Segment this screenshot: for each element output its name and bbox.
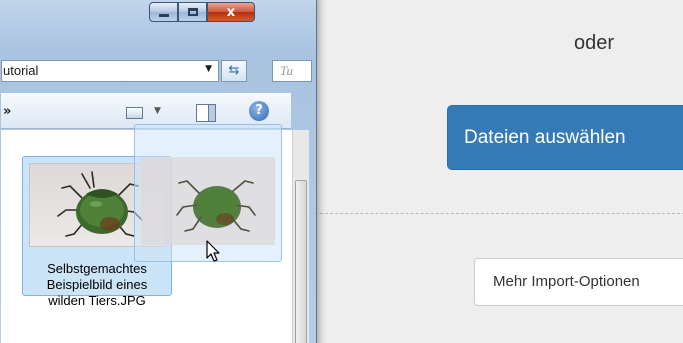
search-input[interactable]: Tu (272, 60, 312, 82)
toolbar-overflow-chevron-icon[interactable]: » (3, 104, 11, 119)
close-button[interactable]: x (207, 2, 255, 22)
refresh-button[interactable]: ⇆ (221, 60, 247, 82)
maximize-button[interactable] (178, 2, 207, 22)
minimize-icon (158, 13, 169, 17)
shield-bug-ghost-image (176, 180, 256, 232)
select-files-button[interactable]: Dateien auswählen (447, 105, 683, 170)
file-name-label: Selbstgemachtes Beispielbild eines wilde… (23, 261, 171, 309)
refresh-icon: ⇆ (228, 63, 240, 78)
address-bar[interactable]: utorial ▼ (1, 60, 219, 82)
mouse-cursor-icon (206, 240, 220, 262)
scrollbar-thumb[interactable] (295, 180, 307, 343)
window-caption-controls: x (149, 2, 255, 24)
dashed-separator (300, 213, 683, 214)
chevron-down-icon[interactable]: ▼ (205, 64, 212, 74)
maximize-icon (187, 8, 198, 16)
more-import-options-button[interactable]: Mehr Import-Optionen (474, 258, 683, 306)
or-divider-text: oder (574, 32, 615, 54)
address-path: utorial (3, 63, 39, 78)
close-icon: x (226, 4, 236, 20)
vertical-scrollbar[interactable] (292, 130, 309, 343)
views-dropdown-chevron-icon[interactable]: ▼ (154, 106, 161, 116)
file-name-line: Beispielbild eines (46, 277, 148, 292)
preview-pane-icon[interactable] (196, 104, 216, 122)
help-icon[interactable]: ? (249, 101, 269, 121)
minimize-button[interactable] (149, 2, 178, 22)
drag-ghost-thumbnail (141, 157, 275, 245)
file-name-line: Selbstgemachtes (47, 261, 147, 276)
file-name-line: wilden Tiers.JPG (48, 293, 146, 308)
views-icon[interactable] (126, 107, 143, 119)
